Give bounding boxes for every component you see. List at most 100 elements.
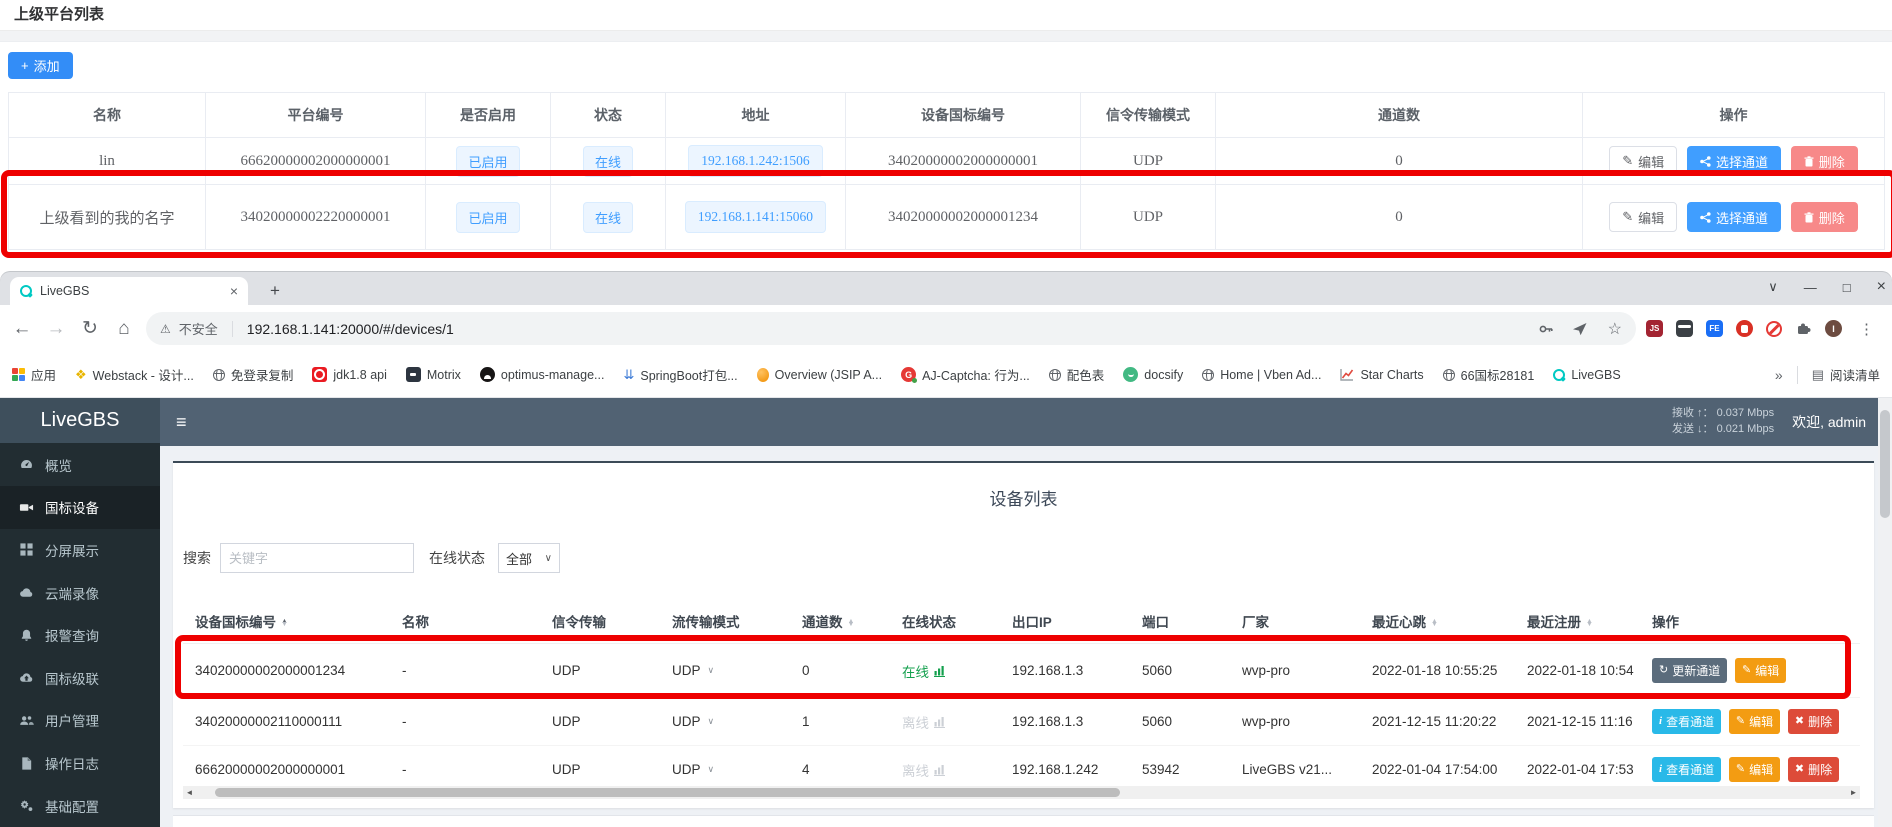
stream-mode-dropdown[interactable]: UDP∨ xyxy=(672,762,714,777)
row-actions: ✎ 编辑 选择通道 删除 xyxy=(1583,185,1885,250)
col-actions: 操作 xyxy=(1583,93,1885,138)
bookmark-star-charts[interactable]: Star Charts xyxy=(1340,368,1423,382)
sidebar-item-split-screen[interactable]: 分屏展示 xyxy=(0,529,160,572)
home-icon[interactable]: ⌂ xyxy=(112,318,136,340)
sidebar-item-overview[interactable]: 概览 xyxy=(0,443,160,486)
browser-menu-icon[interactable]: ⋮ xyxy=(1855,320,1878,338)
sidebar-item-gb-cascade[interactable]: 国标级联 xyxy=(0,657,160,700)
bookmark-optimus[interactable]: optimus-manage... xyxy=(480,367,605,382)
puzzle-extensions-icon[interactable] xyxy=(1795,320,1812,337)
bookmark-gb28181[interactable]: 66国标28181 xyxy=(1443,365,1535,384)
bookmark-springboot[interactable]: ⇊ SpringBoot打包... xyxy=(623,365,737,384)
scrollbar-thumb[interactable] xyxy=(1880,410,1890,518)
bookmark-livegbs[interactable]: LiveGBS xyxy=(1553,368,1620,382)
spy-extension-icon[interactable] xyxy=(1676,320,1693,337)
bookmarks-overflow-icon[interactable]: » xyxy=(1775,367,1783,383)
channel-count: 0 xyxy=(1216,138,1583,185)
edit-button[interactable]: ✎编辑 xyxy=(1729,709,1780,734)
delete-button[interactable]: 删除 xyxy=(1791,146,1858,176)
sidebar-item-cloud-record[interactable]: 云端录像 xyxy=(0,571,160,614)
url-input[interactable]: ⚠ 不安全 192.168.1.141:20000/#/devices/1 ☆ xyxy=(146,312,1636,345)
bookmark-overview-jsip[interactable]: Overview (JSIP A... xyxy=(757,368,882,382)
js-extension-icon[interactable]: JS xyxy=(1646,320,1663,337)
stream-mode-dropdown[interactable]: UDP∨ xyxy=(672,663,714,678)
sidebar-item-basic-config[interactable]: 基础配置 xyxy=(0,784,160,827)
online-status-link[interactable]: 在线 xyxy=(902,661,946,681)
bookmark-copy-tool[interactable]: 免登录复制 xyxy=(213,365,294,384)
minimize-icon[interactable]: — xyxy=(1804,280,1817,295)
send-icon[interactable] xyxy=(1572,321,1588,337)
col-channels[interactable]: 通道数▲▼ xyxy=(790,599,890,644)
bookmark-docsify[interactable]: docsify xyxy=(1123,367,1183,382)
bookmark-motrix[interactable]: Motrix xyxy=(406,367,461,382)
platform-table-header: 名称 平台编号 是否启用 状态 地址 设备国标编号 信令传输模式 通道数 操作 xyxy=(9,93,1885,138)
stream-mode-dropdown[interactable]: UDP∨ xyxy=(672,714,714,729)
sidebar-item-user-management[interactable]: 用户管理 xyxy=(0,699,160,742)
bookmark-jdk-api[interactable]: jdk1.8 api xyxy=(312,367,387,382)
bookmark-aj-captcha[interactable]: G AJ-Captcha: 行为... xyxy=(901,365,1030,384)
bookmark-apps[interactable]: 应用 xyxy=(12,365,56,384)
delete-button[interactable]: ✖删除 xyxy=(1788,757,1839,782)
bookmark-color-table[interactable]: 配色表 xyxy=(1049,365,1105,384)
sidebar-item-alarm-query[interactable]: 报警查询 xyxy=(0,614,160,657)
tab-close-icon[interactable]: × xyxy=(230,284,238,298)
page-vertical-scrollbar[interactable] xyxy=(1878,398,1892,827)
share-icon xyxy=(1700,212,1711,223)
profile-avatar[interactable]: I xyxy=(1825,320,1842,337)
tab-search-icon[interactable]: ∨ xyxy=(1768,279,1778,295)
bookmark-star-icon[interactable]: ☆ xyxy=(1608,319,1622,339)
back-icon[interactable]: ← xyxy=(10,318,34,340)
search-label: 搜索 xyxy=(183,548,211,568)
scroll-right-icon[interactable]: ► xyxy=(1847,788,1860,797)
update-channels-button[interactable]: ↻更新通道 xyxy=(1652,658,1727,683)
welcome-user[interactable]: 欢迎, admin xyxy=(1792,412,1866,432)
adblock-extension-icon[interactable] xyxy=(1766,321,1782,337)
stop-hand-extension-icon[interactable] xyxy=(1736,320,1753,337)
edit-button[interactable]: ✎ 编辑 xyxy=(1609,202,1677,232)
online-state-select[interactable]: 全部 ∨ xyxy=(498,543,560,573)
edit-button[interactable]: ✎编辑 xyxy=(1735,658,1786,683)
last-heartbeat: 2022-01-18 10:55:25 xyxy=(1360,644,1515,698)
delete-button[interactable]: ✖删除 xyxy=(1788,709,1839,734)
bookmark-webstack[interactable]: ❖ Webstack - 设计... xyxy=(75,365,194,384)
horizontal-scrollbar[interactable]: ◄ ► xyxy=(183,786,1860,799)
bar-chart-icon xyxy=(934,764,946,776)
search-input[interactable] xyxy=(220,543,414,573)
col-device-gb-id[interactable]: 设备国标编号▲▼ xyxy=(183,599,390,644)
view-channels-button[interactable]: i查看通道 xyxy=(1652,709,1721,734)
sidebar-item-operation-log[interactable]: 操作日志 xyxy=(0,742,160,785)
col-sig-mode: 信令传输模式 xyxy=(1081,93,1216,138)
add-button[interactable]: + 添加 xyxy=(8,52,73,79)
scrollbar-thumb[interactable] xyxy=(215,788,1120,797)
device-gb-id: 34020000002000000001 xyxy=(846,138,1081,185)
chevron-down-icon: ∨ xyxy=(708,716,715,727)
scroll-left-icon[interactable]: ◄ xyxy=(183,788,196,797)
col-last-register[interactable]: 最近注册▲▼ xyxy=(1515,599,1640,644)
fe-extension-icon[interactable]: FE xyxy=(1706,320,1723,337)
device-gb-id: 34020000002110000111 xyxy=(183,698,390,746)
reading-list-button[interactable]: ▤ 阅读清单 xyxy=(1812,365,1880,384)
select-channel-button[interactable]: 选择通道 xyxy=(1687,146,1781,176)
cloud-upload-icon xyxy=(19,670,34,685)
browser-tab[interactable]: LiveGBS × xyxy=(10,277,248,305)
edit-button[interactable]: ✎ 编辑 xyxy=(1609,146,1677,176)
edit-button[interactable]: ✎编辑 xyxy=(1729,757,1780,782)
forward-icon[interactable]: → xyxy=(44,318,68,340)
close-window-icon[interactable]: × xyxy=(1877,278,1886,296)
col-stream-mode: 流传输模式 xyxy=(660,599,790,644)
key-icon[interactable] xyxy=(1538,321,1554,337)
bookmark-vben[interactable]: Home | Vben Ad... xyxy=(1202,368,1321,382)
globe-icon xyxy=(1049,369,1061,381)
view-channels-button[interactable]: i查看通道 xyxy=(1652,757,1721,782)
port: 5060 xyxy=(1130,698,1230,746)
col-device-gb-id: 设备国标编号 xyxy=(846,93,1081,138)
maximize-icon[interactable]: □ xyxy=(1843,280,1851,295)
delete-button[interactable]: 删除 xyxy=(1791,202,1858,232)
refresh-icon[interactable]: ↻ xyxy=(78,317,102,340)
col-last-heartbeat[interactable]: 最近心跳▲▼ xyxy=(1360,599,1515,644)
pencil-icon: ✎ xyxy=(1736,716,1745,727)
select-channel-button[interactable]: 选择通道 xyxy=(1687,202,1781,232)
new-tab-button[interactable]: + xyxy=(262,278,288,304)
sidebar-item-gb-devices[interactable]: 国标设备 xyxy=(0,486,160,529)
hamburger-menu-icon[interactable]: ≡ xyxy=(160,412,203,433)
